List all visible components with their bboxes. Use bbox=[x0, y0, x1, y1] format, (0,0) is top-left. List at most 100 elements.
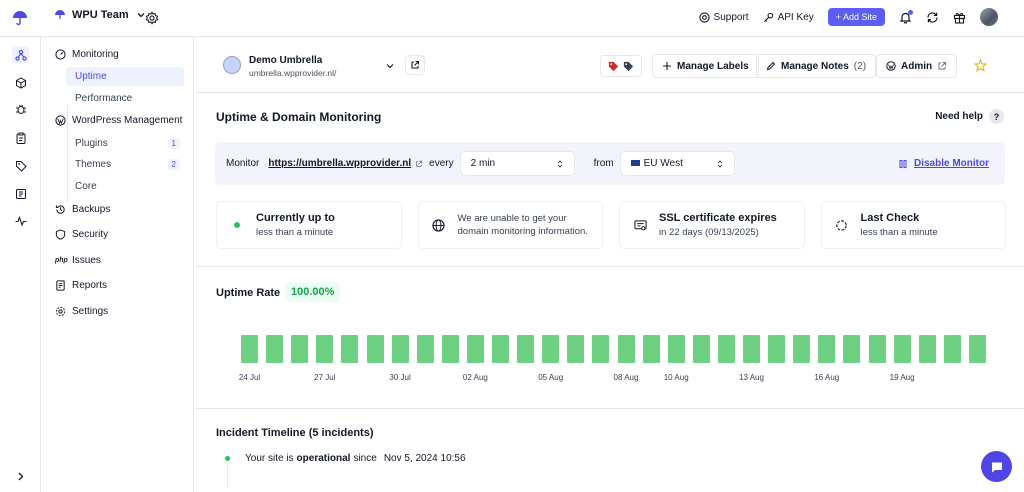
report-icon[interactable] bbox=[12, 185, 29, 202]
need-help-link[interactable]: Need help ? bbox=[935, 109, 1004, 124]
nav-plugins[interactable]: Plugins 1 bbox=[66, 134, 184, 153]
chevron-right-icon[interactable] bbox=[15, 471, 26, 482]
monitor-url-link[interactable]: https://umbrella.wpprovider.nl bbox=[268, 158, 411, 169]
incident-prefix: Your site is bbox=[245, 453, 294, 464]
uptime-bar[interactable] bbox=[241, 335, 258, 363]
x-tick-label: 27 Jul bbox=[314, 373, 336, 382]
open-site-button[interactable] bbox=[405, 55, 425, 75]
admin-button[interactable]: Admin bbox=[876, 54, 958, 78]
nav-wordpress-management[interactable]: WordPress Management bbox=[55, 115, 182, 126]
timeline-line bbox=[227, 465, 228, 487]
nav-settings-label: Settings bbox=[72, 306, 109, 317]
region-select[interactable]: EU West bbox=[619, 151, 735, 176]
nav-core[interactable]: Core bbox=[66, 177, 184, 196]
need-help-label: Need help bbox=[935, 111, 983, 122]
uptime-bar[interactable] bbox=[793, 335, 811, 363]
manage-labels-button[interactable]: Manage Labels bbox=[652, 54, 759, 78]
uptime-bar[interactable] bbox=[717, 335, 735, 363]
api-key-link[interactable]: API Key bbox=[763, 12, 814, 23]
nav-themes[interactable]: Themes 2 bbox=[66, 155, 184, 174]
uptime-bar[interactable] bbox=[366, 335, 384, 363]
cube-icon[interactable] bbox=[12, 74, 29, 91]
notifications-button[interactable] bbox=[899, 9, 913, 24]
uptime-bar[interactable] bbox=[617, 335, 635, 363]
notification-dot bbox=[908, 9, 913, 15]
support-link[interactable]: Support bbox=[698, 12, 749, 23]
last-check-subtitle: less than a minute bbox=[860, 227, 938, 238]
pause-icon bbox=[899, 159, 907, 168]
uptime-bar[interactable] bbox=[843, 335, 861, 363]
nav-monitoring[interactable]: Monitoring bbox=[55, 49, 119, 60]
chevron-down-icon[interactable] bbox=[385, 61, 395, 71]
uptime-bar[interactable] bbox=[642, 335, 660, 363]
uptime-bar[interactable] bbox=[918, 335, 936, 363]
site-name[interactable]: Demo Umbrella bbox=[249, 55, 322, 66]
uptime-bar[interactable] bbox=[517, 335, 535, 363]
gear-icon[interactable] bbox=[145, 11, 159, 25]
clipboard-icon[interactable] bbox=[12, 129, 29, 146]
add-site-button[interactable]: + Add Site bbox=[827, 8, 885, 26]
uptime-bar[interactable] bbox=[542, 335, 560, 363]
uptime-bar[interactable] bbox=[868, 335, 886, 363]
nav-reports[interactable]: Reports bbox=[55, 280, 107, 291]
uptime-bar[interactable] bbox=[391, 335, 409, 363]
sitemap-icon[interactable] bbox=[12, 46, 29, 63]
last-check-title: Last Check bbox=[860, 212, 920, 224]
ssl-card: SSL certificate expires in 22 days (09/1… bbox=[619, 201, 805, 249]
history-icon bbox=[55, 205, 65, 214]
shield-icon bbox=[55, 229, 66, 240]
disable-monitor-button[interactable]: Disable Monitor bbox=[898, 158, 989, 169]
manage-notes-button[interactable]: Manage Notes (2) bbox=[756, 54, 877, 78]
labels-indicator[interactable] bbox=[600, 55, 642, 77]
x-tick-label: 24 Jul bbox=[238, 373, 261, 382]
refresh-icon[interactable] bbox=[926, 11, 939, 24]
uptime-bar[interactable] bbox=[818, 335, 836, 363]
nav-performance[interactable]: Performance bbox=[66, 89, 184, 108]
x-tick-label: 19 Aug bbox=[889, 373, 915, 382]
uptime-bar[interactable] bbox=[567, 335, 585, 363]
uptime-bar[interactable] bbox=[943, 335, 961, 363]
uptime-bar[interactable] bbox=[968, 335, 986, 363]
uptime-bar[interactable] bbox=[316, 335, 334, 363]
uptime-bar[interactable] bbox=[291, 335, 309, 363]
uptime-bar[interactable] bbox=[592, 335, 610, 363]
nav-issues[interactable]: php Issues bbox=[55, 255, 101, 266]
uptime-bar[interactable] bbox=[416, 335, 434, 363]
uptime-bar[interactable] bbox=[441, 335, 459, 363]
team-name: WPU Team bbox=[72, 9, 129, 21]
nav-settings[interactable]: Settings bbox=[55, 306, 108, 317]
uptime-status-card: Currently up to less than a minute bbox=[216, 201, 402, 249]
tag-icon[interactable] bbox=[12, 157, 29, 174]
uptime-bar[interactable] bbox=[466, 335, 484, 363]
external-link-icon bbox=[938, 62, 947, 70]
interval-select[interactable]: 2 min bbox=[459, 151, 575, 176]
uptime-bar[interactable] bbox=[893, 335, 911, 363]
x-tick-label: 16 Aug bbox=[814, 373, 840, 382]
nav-uptime[interactable]: Uptime bbox=[66, 67, 184, 86]
nav-backups[interactable]: Backups bbox=[55, 204, 110, 215]
gift-icon[interactable] bbox=[953, 11, 966, 24]
reports-icon bbox=[56, 280, 65, 291]
nav-security[interactable]: Security bbox=[55, 229, 108, 240]
x-tick-label: 13 Aug bbox=[739, 373, 764, 382]
team-switcher[interactable]: WPU Team bbox=[54, 9, 147, 21]
star-icon[interactable] bbox=[974, 59, 987, 72]
nav-uptime-label: Uptime bbox=[75, 71, 107, 82]
uptime-bar[interactable] bbox=[692, 335, 710, 363]
uptime-bar[interactable] bbox=[341, 335, 359, 363]
uptime-bar[interactable] bbox=[266, 335, 284, 363]
nav-reports-label: Reports bbox=[72, 280, 108, 291]
certificate-icon bbox=[633, 219, 647, 230]
nav-monitoring-label: Monitoring bbox=[72, 49, 119, 60]
uptime-bar[interactable] bbox=[667, 335, 685, 363]
user-avatar[interactable] bbox=[980, 8, 998, 26]
uptime-bar[interactable] bbox=[743, 335, 760, 363]
nav-backups-label: Backups bbox=[72, 204, 111, 215]
bug-icon[interactable] bbox=[12, 100, 29, 117]
pulse-icon[interactable] bbox=[12, 212, 29, 229]
uptime-bar[interactable] bbox=[492, 335, 509, 363]
chat-button[interactable] bbox=[981, 451, 1012, 482]
umbrella-logo-icon[interactable] bbox=[12, 10, 28, 26]
uptime-bar[interactable] bbox=[768, 335, 786, 363]
incident-timeline-title: Incident Timeline (5 incidents) bbox=[216, 427, 374, 439]
